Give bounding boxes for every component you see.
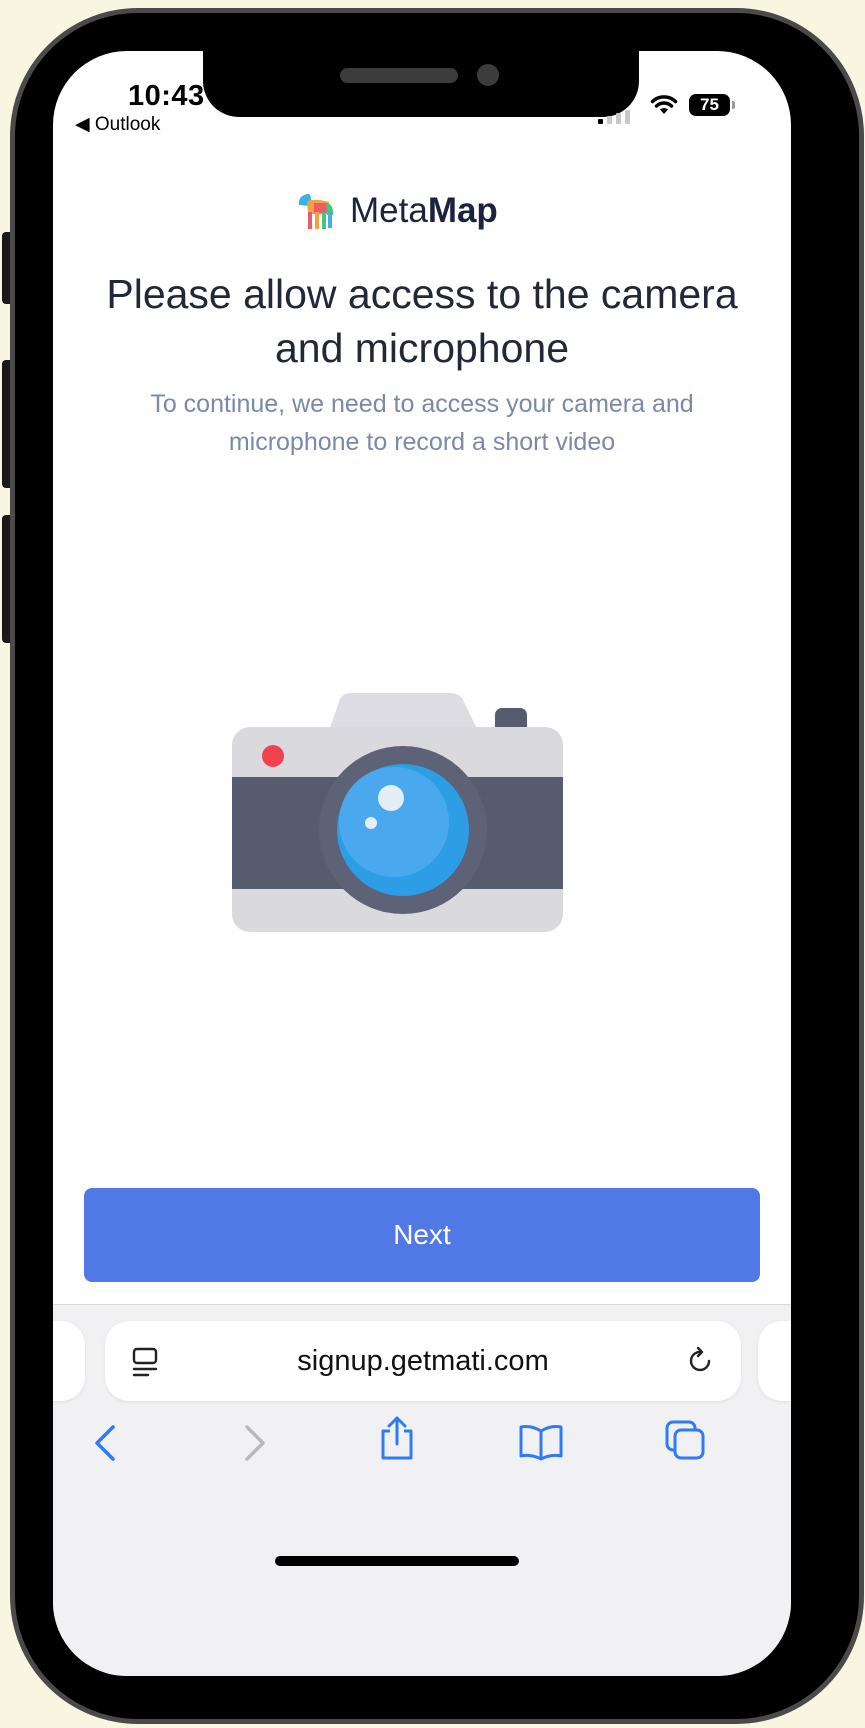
next-button[interactable]: Next [84, 1188, 760, 1282]
metamap-logo: MetaMap [296, 191, 498, 231]
brand-wordmark: MetaMap [350, 191, 498, 231]
notch [203, 51, 639, 117]
previous-tab-pill[interactable] [53, 1321, 85, 1401]
earpiece-speaker [340, 68, 458, 83]
page-title: Please allow access to the camera and mi… [106, 271, 738, 371]
next-tab-pill[interactable] [758, 1321, 791, 1401]
url-text[interactable]: signup.getmati.com [105, 1321, 741, 1401]
reload-icon[interactable] [685, 1345, 717, 1377]
phone-screen: 10:43 ◀ Outlook 75 MetaMap Please allow … [53, 51, 791, 1676]
cellular-signal-icon [598, 110, 630, 124]
home-indicator[interactable] [275, 1556, 519, 1566]
forward-chevron-icon[interactable] [239, 1423, 269, 1463]
camera-illustration [232, 693, 563, 932]
wifi-icon [650, 95, 678, 114]
page-subtitle: To continue, we need to access your came… [150, 390, 694, 456]
tabs-icon[interactable] [663, 1419, 707, 1461]
browser-toolbar: signup.getmati.com [53, 1304, 791, 1676]
brand-name-bold: Map [427, 191, 498, 230]
front-camera [477, 64, 499, 86]
reader-mode-icon[interactable] [131, 1347, 159, 1377]
brand-name-light: Meta [350, 191, 428, 230]
share-icon[interactable] [379, 1415, 415, 1461]
battery-indicator: 75 [689, 94, 735, 116]
metamap-animal-icon [298, 193, 334, 229]
back-to-app-link[interactable]: ◀ Outlook [75, 113, 160, 136]
back-chevron-icon[interactable] [91, 1423, 121, 1463]
bookmarks-icon[interactable] [518, 1423, 564, 1461]
status-time: 10:43 [128, 80, 205, 112]
address-bar[interactable]: signup.getmati.com [105, 1321, 741, 1401]
